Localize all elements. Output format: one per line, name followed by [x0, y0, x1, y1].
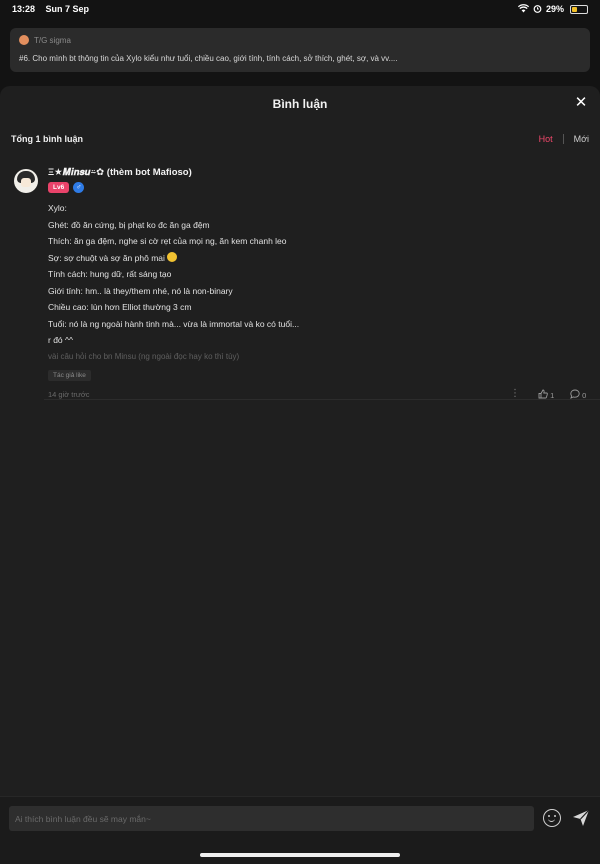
sort-divider [562, 134, 564, 144]
comment-line: Tính cách: hung dữ, rất sáng tạo [48, 269, 172, 279]
quote-author-avatar [19, 35, 29, 45]
gender-badge-icon: ♂ [73, 182, 85, 193]
comment-line: r đó ^^ [48, 335, 73, 345]
reply-button[interactable]: 0 [570, 389, 586, 400]
status-time: 13:28 [12, 4, 36, 14]
comment-line: Sợ: sợ chuột và sợ ăn phô mai [48, 252, 165, 263]
avatar[interactable] [14, 169, 38, 193]
close-icon[interactable]: ✕ [574, 95, 588, 110]
divider [44, 399, 600, 400]
comment-username[interactable]: Ξ★𝑴𝒊𝒏𝒔𝒖⍨✿ (thèm bot Mafioso) [48, 166, 590, 180]
smile-emoji-icon [167, 251, 178, 262]
home-indicator[interactable] [200, 853, 400, 857]
quote-author: T/G sigma [34, 35, 71, 45]
battery-icon [570, 4, 588, 14]
like-button[interactable]: 1 [538, 389, 554, 400]
emoji-icon[interactable] [543, 809, 561, 827]
wifi-icon [517, 3, 530, 15]
send-icon[interactable] [571, 808, 591, 828]
status-bar: 13:28 Sun 7 Sep 29% [0, 0, 600, 18]
author-liked-badge: Tác giả like [48, 369, 91, 381]
comment-line: Thích: ăn ga đệm, nghe si cờ rẹt của mọi… [48, 236, 287, 246]
panel-title: Bình luận [272, 97, 328, 111]
tab-new[interactable]: Mới [574, 134, 589, 144]
comment-line-with-emoji: Sợ: sợ chuột và sợ ăn phô mai [48, 250, 590, 267]
more-options-icon[interactable]: ⋮ [510, 388, 520, 399]
alarm-icon [533, 4, 542, 15]
comment-count: Tổng 1 bình luận [11, 134, 83, 144]
sort-tabs: Hot Mới [539, 134, 589, 144]
comments-panel: Bình luận ✕ Tổng 1 bình luận Hot Mới Ξ★𝑴… [0, 86, 600, 864]
quoted-post[interactable]: T/G sigma #6. Cho mình bt thông tin của … [10, 28, 590, 72]
status-date: Sun 7 Sep [45, 4, 90, 14]
battery-percent: 29% [545, 4, 564, 14]
comment-input[interactable] [9, 806, 534, 831]
quote-text: #6. Cho mình bt thông tin của Xylo kiểu … [19, 54, 398, 63]
comment-timestamp: 14 giờ trước [48, 389, 90, 399]
reply-hint: vài câu hỏi cho bn Minsu (ng ngoài đọc h… [48, 351, 240, 361]
tab-hot[interactable]: Hot [539, 134, 553, 144]
comment-line: Tuổi: nó là ng ngoài hành tinh mà... vừa… [48, 318, 300, 329]
comment-text: Xylo: Ghét: đồ ăn cứng, bị phạt ko đc ăn… [48, 200, 590, 349]
comment-line: Giới tính: hm.. là they/them nhé, nó là … [48, 285, 233, 296]
comment-bubble-icon [570, 389, 580, 399]
thumbs-up-icon [538, 389, 548, 398]
comment-line: Chiều cao: lùn hơn Elliot thường 3 cm [48, 302, 192, 312]
comment-line: Xylo: [48, 203, 67, 213]
comment-line: Ghét: đồ ăn cứng, bị phạt ko đc ăn ga đệ… [48, 219, 210, 230]
level-badge: Lv6 [48, 182, 70, 193]
